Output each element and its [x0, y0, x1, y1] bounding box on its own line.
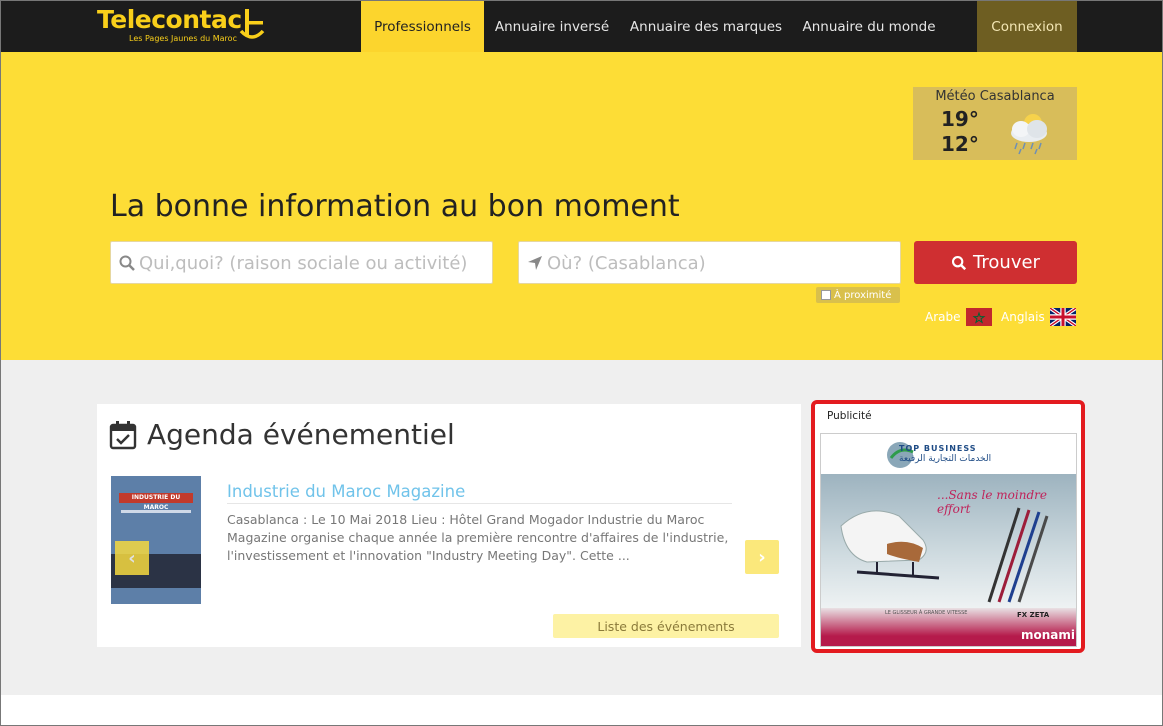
search-where-input[interactable] — [547, 248, 897, 278]
event-divider — [227, 503, 732, 504]
find-button[interactable]: Trouver — [914, 241, 1077, 284]
ad-caption: LE GLISSEUR À GRANDE VITESSE — [885, 610, 968, 616]
event-thumbnail-banner: INDUSTRIE DU MAROC — [119, 493, 193, 511]
logo-mark-icon — [239, 9, 265, 39]
top-navbar: Telecontac Les Pages Jaunes du Maroc Pro… — [1, 1, 1162, 52]
weather-low: 12° — [941, 132, 979, 156]
agenda-panel: Agenda événementiel INDUSTRIE DU MAROC ‹… — [97, 404, 801, 647]
morocco-flag-icon — [965, 308, 992, 326]
logo-tagline: Les Pages Jaunes du Maroc — [129, 34, 237, 43]
ice-skate-icon — [840, 510, 940, 580]
lang-arabic-label: Arabe — [925, 310, 961, 324]
nav-annuaire-inverse[interactable]: Annuaire inversé — [488, 1, 616, 52]
connexion-button[interactable]: Connexion — [977, 1, 1077, 52]
carousel-prev-button[interactable]: ‹ — [115, 541, 149, 575]
agenda-title: Agenda événementiel — [147, 418, 455, 451]
uk-flag-icon — [1049, 308, 1076, 326]
carousel-next-button[interactable]: › — [745, 540, 779, 574]
find-button-label: Trouver — [973, 252, 1040, 273]
proximity-toggle[interactable]: À proximité — [816, 287, 900, 303]
ad-top-arabic: الخدمات التجارية الرفيعة — [899, 454, 992, 464]
cloud-rain-sun-icon — [1011, 114, 1047, 155]
telecontact-logo[interactable]: Telecontac Les Pages Jaunes du Maroc — [97, 5, 267, 47]
ad-label: Publicité — [827, 410, 872, 422]
search-icon — [119, 255, 135, 271]
events-list-button[interactable]: Liste des événements — [553, 614, 779, 638]
hero-section: Météo Casablanca 19° 12° La bonne inform… — [1, 52, 1162, 360]
weather-title: Météo Casablanca — [935, 89, 1055, 104]
nav-professionnels[interactable]: Professionnels — [361, 1, 484, 52]
ad-brand: monami — [1021, 628, 1076, 642]
search-what-input[interactable] — [139, 248, 489, 278]
lang-english-label: Anglais — [1001, 310, 1045, 324]
weather-widget[interactable]: Météo Casablanca 19° 12° — [913, 87, 1077, 160]
ad-footer: LE GLISSEUR À GRANDE VITESSE FX ZETA mon… — [821, 608, 1076, 646]
lang-english-link[interactable]: Anglais — [1001, 308, 1076, 326]
proximity-label: À proximité — [834, 289, 892, 301]
pens-icon — [987, 507, 1049, 603]
search-what-field[interactable] — [110, 241, 493, 284]
nav-annuaire-marques[interactable]: Annuaire des marques — [623, 1, 789, 52]
ad-top-title: TOP BUSINESS — [899, 444, 977, 453]
calendar-check-icon — [109, 421, 137, 450]
proximity-checkbox[interactable] — [821, 290, 831, 300]
search-icon — [952, 255, 967, 270]
event-description: Casablanca : Le 10 Mai 2018 Lieu : Hôtel… — [227, 512, 729, 563]
advertisement-box: Publicité TOP BUSINESS الخدمات التجارية … — [811, 400, 1085, 653]
event-thumbnail-line — [121, 510, 191, 513]
event-title-link[interactable]: Industrie du Maroc Magazine — [227, 482, 465, 501]
hero-title: La bonne information au bon moment — [110, 189, 680, 224]
ad-visual: ...Sans le moindre effort — [821, 474, 1076, 608]
content-section: Agenda événementiel INDUSTRIE DU MAROC ‹… — [1, 360, 1162, 695]
lang-arabic-link[interactable]: Arabe — [925, 308, 992, 326]
nav-annuaire-monde[interactable]: Annuaire du monde — [796, 1, 942, 52]
event-thumbnail[interactable]: INDUSTRIE DU MAROC — [111, 476, 201, 604]
weather-high: 19° — [941, 107, 979, 131]
ad-fx: FX ZETA — [1017, 611, 1050, 619]
logo-text: Telecontac — [97, 5, 242, 34]
ad-banner[interactable]: TOP BUSINESS الخدمات التجارية الرفيعة ..… — [820, 433, 1077, 647]
ad-header: TOP BUSINESS الخدمات التجارية الرفيعة — [821, 434, 1076, 474]
location-arrow-icon — [528, 256, 542, 270]
search-where-field[interactable] — [518, 241, 901, 284]
